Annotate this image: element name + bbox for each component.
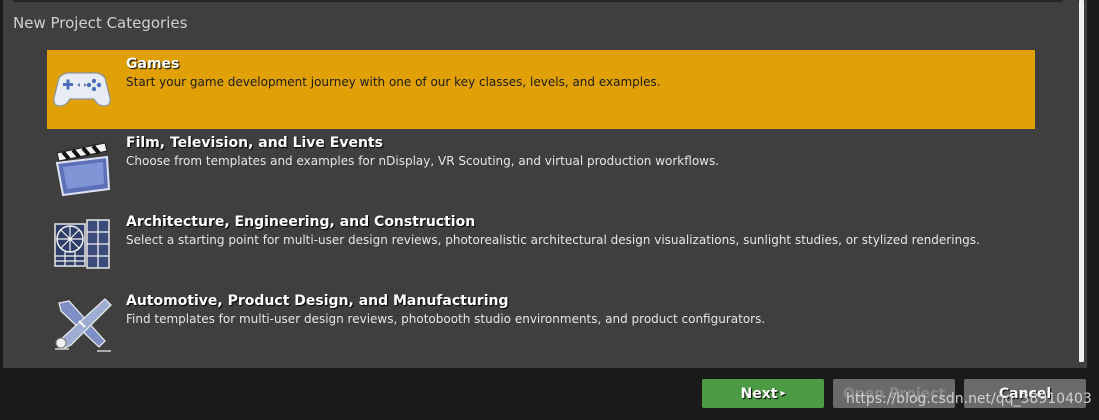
category-automotive-product-design-manufacturing[interactable]: Automotive, Product Design, and Manufact…: [47, 287, 1035, 366]
category-title: Automotive, Product Design, and Manufact…: [126, 293, 509, 309]
category-title: Games: [126, 56, 180, 72]
category-title: Architecture, Engineering, and Construct…: [126, 214, 476, 230]
category-description: Choose from templates and examples for n…: [126, 154, 720, 168]
panel-title: New Project Categories: [13, 14, 188, 32]
category-film-television-live-events[interactable]: Film, Television, and Live Events Choose…: [47, 129, 1035, 208]
category-games[interactable]: Games Start your game development journe…: [47, 50, 1035, 129]
architecture-grid-icon: [54, 219, 110, 269]
category-description: Start your game development journey with…: [126, 75, 661, 89]
categories-panel: New Project Categories Games Start your …: [3, 0, 1087, 368]
chevron-right-icon: ▸: [780, 388, 786, 399]
scrollbar-thumb[interactable]: [1079, 0, 1084, 362]
next-button-label: Next: [740, 385, 778, 402]
watermark-text: https://blog.csdn.net/qq_38910403: [846, 391, 1092, 407]
next-button[interactable]: Next ▸: [702, 379, 824, 408]
crossed-tools-icon: [55, 298, 112, 352]
category-title: Film, Television, and Live Events: [126, 135, 383, 151]
category-description: Select a starting point for multi-user d…: [126, 233, 980, 247]
clapperboard-icon: [55, 142, 111, 197]
gamepad-icon: [53, 72, 111, 107]
category-description: Find templates for multi-user design rev…: [126, 312, 766, 326]
panel-top-divider: [13, 0, 1063, 2]
category-architecture-engineering-construction[interactable]: Architecture, Engineering, and Construct…: [47, 208, 1035, 287]
